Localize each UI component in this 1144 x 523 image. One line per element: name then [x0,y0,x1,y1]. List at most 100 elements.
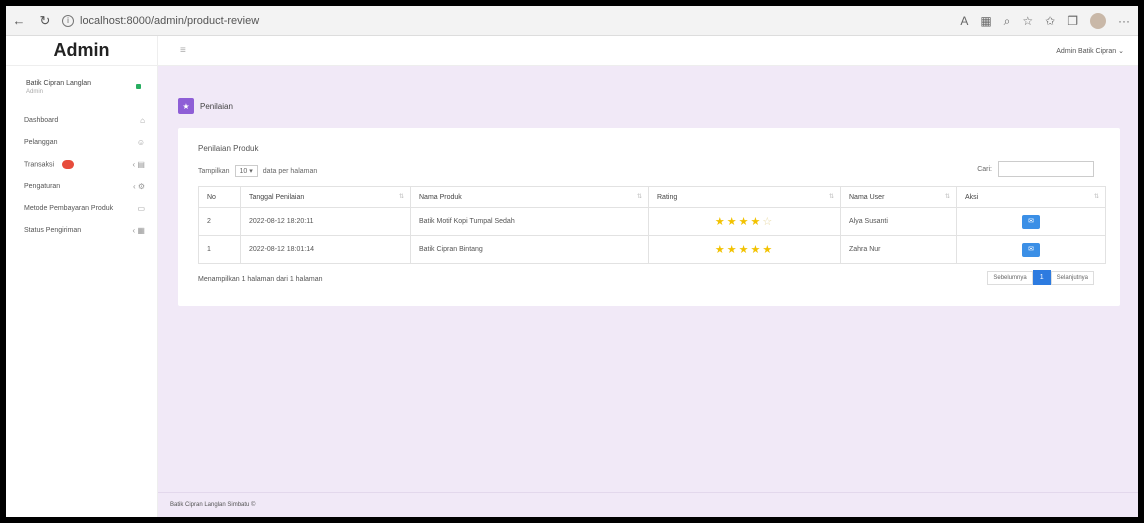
sidebar-item-label: Status Pengiriman [24,226,82,234]
cell-no: 2 [198,207,241,236]
table-info: Menampilkan 1 halaman dari 1 halaman [198,276,323,283]
cell-action: ✉ [956,207,1106,236]
cell-date: 2022-08-12 18:01:14 [240,235,411,264]
star-icon: ★ [726,216,739,228]
favorite-icon[interactable]: ☆ [1022,14,1033,28]
star-icon: ★ [178,98,194,114]
page-header: ★ Penilaian [178,98,233,114]
previous-page-button[interactable]: Sebelumnya [987,270,1033,285]
sort-icon: ⇅ [1093,194,1099,200]
sort-icon: ⇅ [636,194,642,200]
sidebar-item-label: Transaksi [24,160,55,168]
sort-icon: ⇅ [828,194,834,200]
table-search: Cari: [977,161,1094,177]
card-icon: ▭ [137,203,145,213]
cell-no: 1 [198,235,241,264]
sidebar-item-label: Metode Pembayaran Produk [24,204,114,212]
star-icon: ★ [762,244,775,256]
table-row: 1 2022-08-12 18:01:14 Batik Cipran Binta… [198,235,1106,264]
zoom-icon[interactable]: ⌕ [1004,14,1011,29]
sidebar-item-pelanggan[interactable]: Pelanggan ☺ [6,131,157,153]
user-dropdown[interactable]: Admin Batik Cipran ⌄ [1056,47,1124,55]
hamburger-menu-icon[interactable]: ≡ [180,45,186,56]
brand-title[interactable]: Admin [6,36,157,66]
page-length-control: Tampilkan 10 ▾ data per halaman [198,165,317,177]
star-icon: ★ [738,216,751,228]
cell-product: Batik Motif Kopi Tumpal Sedah [410,207,649,236]
page-length-select[interactable]: 10 ▾ [234,165,258,177]
pagination: Sebelumnya 1 Selanjutnya [987,270,1094,285]
view-review-button[interactable]: ✉ [1022,214,1040,229]
arrow-left-icon[interactable]: ← [6,6,32,36]
more-icon[interactable]: ··· [1118,14,1130,28]
star-icon: ★ [726,244,739,256]
star-icon: ★ [750,244,763,256]
collections-icon[interactable]: ❐ [1067,14,1078,28]
sidebar-menu: Dashboard ⌂ Pelanggan ☺ Transaksi ‹ ▤ Pe… [6,109,157,241]
search-input[interactable] [998,161,1094,177]
column-header-user[interactable]: Nama User ⇅ [840,186,957,208]
profile-avatar[interactable] [1090,13,1106,29]
refresh-icon[interactable]: ↻ [32,6,58,36]
table-row: 2 2022-08-12 18:20:11 Batik Motif Kopi T… [198,207,1106,236]
apps-icon[interactable]: ▦ [980,14,991,28]
column-header-no[interactable]: No [198,186,241,208]
sidebar-item-status-pengiriman[interactable]: Status Pengiriman ‹ ▦ [6,219,157,241]
search-label: Cari: [977,165,992,173]
sidebar-item-pengaturan[interactable]: Pengaturan ‹ ⚙ [6,175,157,197]
cell-user: Zahra Nur [840,235,957,264]
cart-icon: ‹ ▤ [132,159,145,169]
review-table: No Tanggal Penilaian ⇅ Nama Produk ⇅ Ratin… [198,186,1106,264]
notification-badge [62,159,75,169]
sort-icon: ⇅ [398,194,404,200]
column-header-action[interactable]: Aksi ⇅ [956,186,1106,208]
current-page-button[interactable]: 1 [1032,270,1051,285]
cell-user: Alya Susanti [840,207,957,236]
main-content: ★ Penilaian Penilaian Produk Tampilkan 1… [158,66,1138,492]
sidebar-item-label: Pengaturan [24,182,61,190]
sidebar: Admin Batik Cipran Langlan Admin Dashboa… [6,36,158,517]
cell-product: Batik Cipran Bintang [410,235,649,264]
star-icon: ★ [714,244,727,256]
next-page-button[interactable]: Selanjutnya [1050,270,1094,285]
page-title: Penilaian [200,101,233,111]
sort-icon: ⇅ [944,194,950,200]
users-icon: ☺ [136,137,145,147]
star-icon: ★ [750,216,763,228]
star-icon: ★ [738,244,751,256]
show-suffix: data per halaman [262,167,318,175]
info-icon[interactable]: i [62,14,74,27]
sidebar-item-label: Pelanggan [24,138,58,146]
card-title: Penilaian Produk [198,144,259,153]
dashboard-icon: ⌂ [140,115,145,125]
sidebar-user-role: Admin [26,89,44,95]
show-label: Tampilkan [198,167,230,175]
sidebar-item-label: Dashboard [24,116,59,124]
sidebar-user: Batik Cipran Langlan Admin [6,66,157,103]
gear-icon: ‹ ⚙ [132,181,145,191]
browser-tools: A ▦ ⌕ ☆ ✩ ❐ ··· [960,6,1130,36]
rating-stars: ★★★★☆ [648,207,841,236]
review-card: Penilaian Produk Tampilkan 10 ▾ data per… [178,128,1120,306]
sidebar-item-metode-pembayaran[interactable]: Metode Pembayaran Produk ▭ [6,197,157,219]
read-aloud-icon[interactable]: A [960,14,968,28]
favorites-list-icon[interactable]: ✩ [1045,14,1055,28]
sidebar-user-name: Batik Cipran Langlan [26,80,91,87]
table-header-row: No Tanggal Penilaian ⇅ Nama Produk ⇅ Ratin… [198,186,1106,208]
url-text[interactable]: localhost:8000/admin/product-review [80,15,259,27]
cell-action: ✉ [956,235,1106,264]
sidebar-item-dashboard[interactable]: Dashboard ⌂ [6,109,157,131]
address-bar[interactable]: i localhost:8000/admin/product-review [62,14,259,27]
cell-date: 2022-08-12 18:20:11 [240,207,411,236]
truck-icon: ‹ ▦ [132,225,145,235]
rating-stars: ★★★★★ [648,235,841,264]
column-header-rating[interactable]: Rating ⇅ [648,186,841,208]
browser-window: ← ↻ i localhost:8000/admin/product-revie… [6,6,1138,517]
sidebar-item-transaksi[interactable]: Transaksi ‹ ▤ [6,153,157,175]
view-review-button[interactable]: ✉ [1022,242,1040,257]
online-status-icon [136,84,141,89]
star-icon: ★ [714,216,727,228]
column-header-product[interactable]: Nama Produk ⇅ [410,186,649,208]
page-footer: Batik Cipran Langlan Simbatu © [158,492,1138,517]
column-header-date[interactable]: Tanggal Penilaian ⇅ [240,186,411,208]
